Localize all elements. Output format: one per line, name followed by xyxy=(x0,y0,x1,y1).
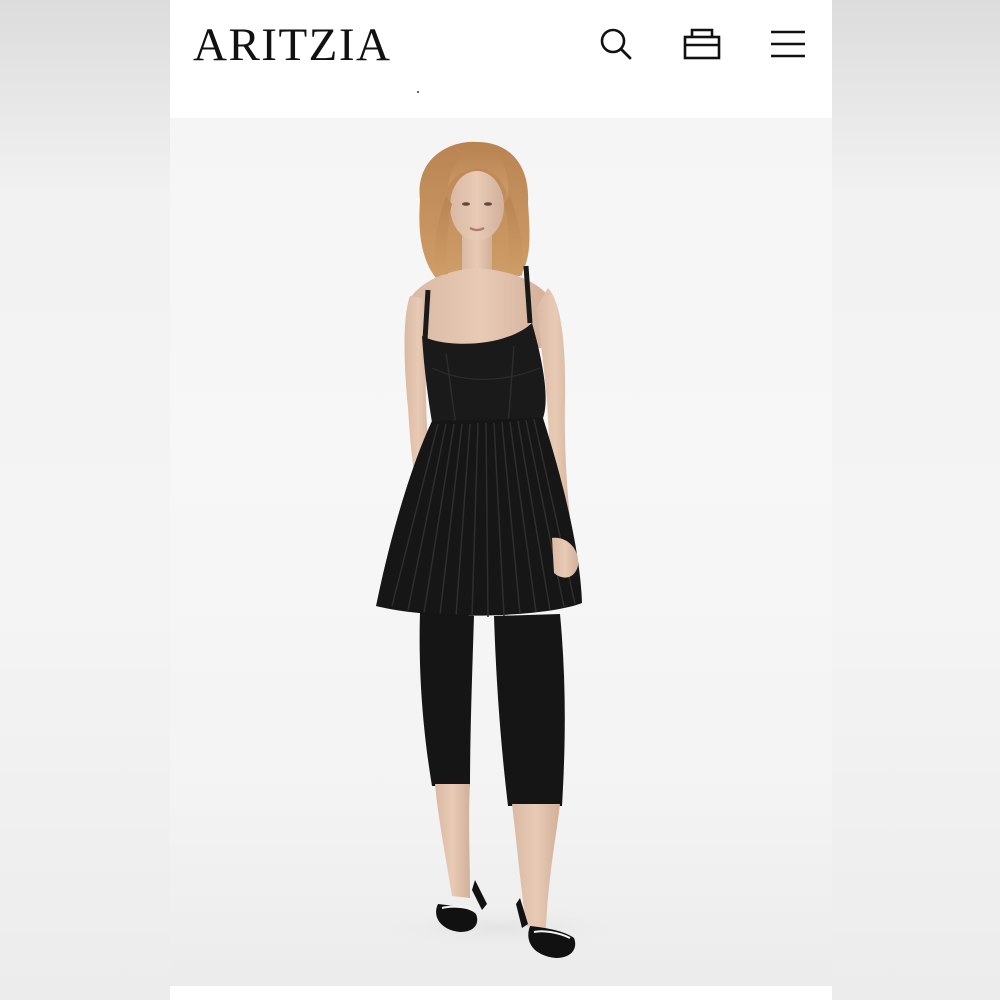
app-screen: ARITZIA xyxy=(170,0,832,1000)
brand-logo[interactable]: ARITZIA xyxy=(193,20,391,70)
search-icon xyxy=(600,28,632,60)
search-button[interactable] xyxy=(596,24,636,64)
bottom-edge xyxy=(170,986,832,1000)
menu-button[interactable] xyxy=(767,24,807,64)
top-header: ARITZIA xyxy=(170,0,832,118)
product-hero-image[interactable] xyxy=(170,118,832,1000)
page-indicator-dot xyxy=(417,91,419,93)
hamburger-menu-icon xyxy=(771,30,805,58)
shopping-bag-icon xyxy=(683,28,721,60)
model-in-black-pleated-dress-icon xyxy=(350,141,650,958)
right-background-margin xyxy=(830,0,1000,1000)
left-background-margin xyxy=(0,0,170,1000)
shopping-bag-button[interactable] xyxy=(682,24,722,64)
